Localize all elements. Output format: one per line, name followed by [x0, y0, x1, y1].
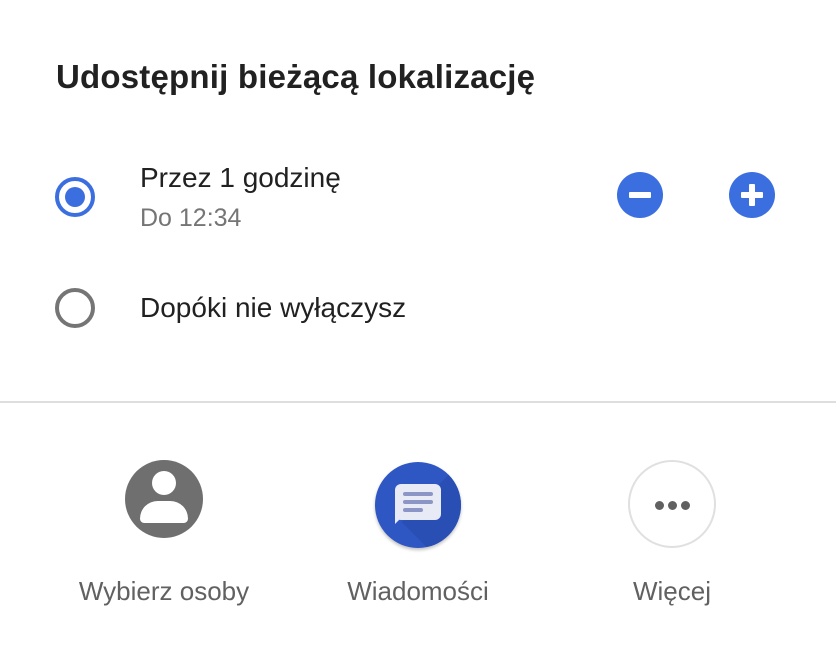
radio-until-off[interactable]: [55, 288, 95, 328]
share-target-messages[interactable]: Wiadomości: [308, 460, 528, 620]
option-one-hour-label: Przez 1 godzinę: [140, 162, 341, 193]
radio-one-hour[interactable]: [55, 177, 95, 217]
option-until-off-label: Dopóki nie wyłączysz: [140, 292, 407, 323]
increase-duration-button[interactable]: [729, 172, 775, 218]
divider: [0, 401, 836, 403]
share-target-label: Więcej: [632, 576, 711, 606]
messages-app-icon: [375, 462, 461, 548]
more-horiz-icon: [628, 460, 716, 548]
option-until-off[interactable]: Dopóki nie wyłączysz: [0, 270, 836, 350]
option-one-hour[interactable]: Przez 1 godzinę Do 12:34: [0, 150, 836, 250]
minus-icon: [629, 192, 651, 198]
share-location-sheet: Udostępnij bieżącą lokalizację Przez 1 g…: [0, 0, 836, 650]
share-target-choose-people[interactable]: Wybierz osoby: [54, 460, 274, 620]
dialog-title: Udostępnij bieżącą lokalizację: [56, 58, 536, 95]
share-target-label: Wiadomości: [347, 576, 489, 606]
person-icon: [125, 460, 203, 538]
share-target-label: Wybierz osoby: [78, 576, 250, 606]
option-one-hour-until: Do 12:34: [140, 204, 242, 232]
share-target-more[interactable]: Więcej: [562, 460, 782, 620]
decrease-duration-button[interactable]: [617, 172, 663, 218]
